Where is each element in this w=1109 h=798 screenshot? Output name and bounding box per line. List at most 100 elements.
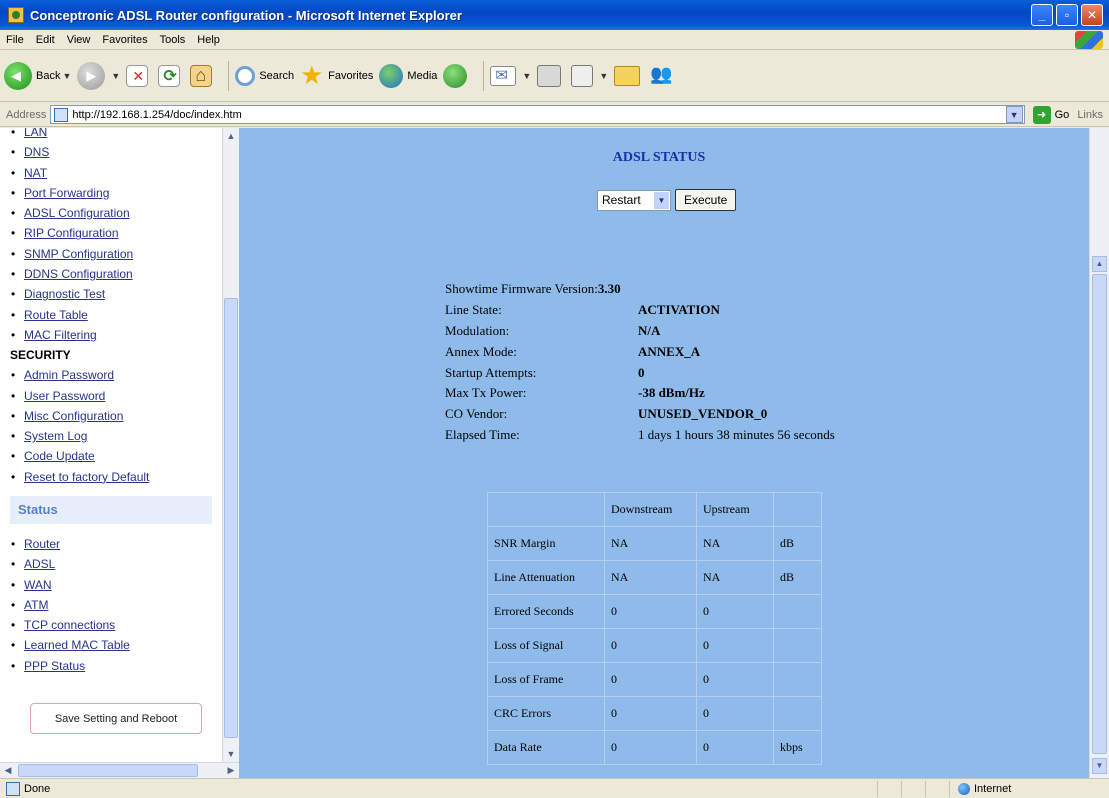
edit-button[interactable]: ▼ [571, 64, 608, 87]
refresh-button[interactable] [158, 64, 184, 87]
nav-link-reset-factory-default[interactable]: Reset to factory Default [24, 470, 149, 484]
messenger-button[interactable] [650, 64, 678, 88]
nav-item[interactable]: User Password [10, 386, 210, 407]
favorites-button[interactable]: Favorites [300, 60, 373, 91]
nav-link-diagnostic-test[interactable]: Diagnostic Test [24, 287, 105, 301]
menu-file[interactable]: File [0, 34, 30, 46]
nav-link-port-forwarding[interactable]: Port Forwarding [24, 186, 109, 200]
nav-link-wan[interactable]: WAN [24, 578, 52, 592]
folder-button[interactable] [614, 65, 644, 86]
nav-link-system-log[interactable]: System Log [24, 429, 87, 443]
nav-item[interactable]: Admin Password [10, 365, 210, 386]
table-row: CRC Errors 0 0 [487, 696, 822, 731]
nav-link-lan[interactable]: LAN [24, 128, 47, 139]
address-field[interactable]: ▼ [50, 105, 1025, 124]
nav-link-tcp-connections[interactable]: TCP connections [24, 618, 115, 632]
history-button[interactable] [443, 63, 471, 88]
nav-item[interactable]: RIP Configuration [10, 223, 210, 244]
nav-item[interactable]: Route Table [10, 305, 210, 326]
search-button[interactable]: Search [235, 65, 294, 86]
save-and-reboot-button[interactable]: Save Setting and Reboot [30, 703, 202, 734]
chevron-down-icon[interactable]: ▼ [599, 71, 608, 81]
media-button[interactable]: Media [379, 63, 437, 88]
menu-help[interactable]: Help [191, 34, 226, 46]
main-frame-vertical-scrollbar[interactable]: ▲ ▼ [1089, 128, 1109, 778]
nav-item[interactable]: SNMP Configuration [10, 244, 210, 265]
nav-item[interactable]: Misc Configuration [10, 406, 210, 427]
nav-link-ppp-status[interactable]: PPP Status [24, 659, 85, 673]
nav-item[interactable]: TCP connections [10, 615, 212, 636]
go-button[interactable]: ➜ Go [1032, 105, 1069, 124]
nav-item[interactable]: Router [10, 534, 212, 555]
mail-button[interactable]: ▼ [490, 65, 531, 86]
nav-link-route-table[interactable]: Route Table [24, 308, 88, 322]
nav-link-adsl[interactable]: ADSL [24, 557, 55, 571]
nav-item[interactable]: ADSL [10, 554, 212, 575]
scroll-down-arrow-icon[interactable]: ▼ [223, 746, 239, 762]
nav-link-admin-password[interactable]: Admin Password [24, 368, 114, 382]
scroll-up-arrow-icon[interactable]: ▲ [223, 128, 239, 144]
chevron-down-icon[interactable]: ▼ [1005, 106, 1023, 123]
close-button[interactable]: ✕ [1081, 4, 1103, 26]
nav-item[interactable]: LAN [10, 128, 210, 143]
nav-item[interactable]: DNS [10, 142, 210, 163]
back-button[interactable]: Back ▼ [4, 61, 71, 90]
chevron-down-icon[interactable]: ▼ [111, 71, 120, 81]
home-button[interactable] [190, 64, 216, 87]
nav-item[interactable]: Code Update [10, 446, 210, 467]
nav-item[interactable]: Learned MAC Table [10, 635, 212, 656]
menu-favorites[interactable]: Favorites [96, 34, 153, 46]
minimize-button[interactable]: _ [1031, 4, 1053, 26]
forward-button[interactable]: ▼ [77, 61, 120, 90]
scroll-left-arrow-icon[interactable]: ◀ [0, 763, 16, 778]
print-button[interactable] [537, 64, 565, 87]
scroll-thumb[interactable] [1092, 274, 1107, 754]
nav-item[interactable]: Reset to factory Default [10, 467, 210, 488]
nav-link-rip-configuration[interactable]: RIP Configuration [24, 226, 119, 240]
menu-edit[interactable]: Edit [30, 34, 61, 46]
url-input[interactable] [72, 108, 1006, 121]
nav-item[interactable]: ATM [10, 595, 212, 616]
nav-item[interactable]: WAN [10, 575, 212, 596]
left-frame-vertical-scrollbar[interactable]: ▲ ▼ [222, 128, 239, 762]
nav-link-mac-filtering[interactable]: MAC Filtering [24, 328, 97, 342]
scroll-right-arrow-icon[interactable]: ▶ [223, 763, 239, 778]
nav-link-adsl-configuration[interactable]: ADSL Configuration [24, 206, 130, 220]
nav-item[interactable]: System Log [10, 426, 210, 447]
stop-button[interactable] [126, 64, 152, 87]
nav-link-router[interactable]: Router [24, 537, 60, 551]
chevron-down-icon[interactable]: ▼ [654, 191, 669, 209]
nav-link-atm[interactable]: ATM [24, 598, 48, 612]
scroll-down-arrow-icon[interactable]: ▼ [1092, 758, 1107, 774]
nav-link-nat[interactable]: NAT [24, 166, 47, 180]
nav-link-ddns-configuration[interactable]: DDNS Configuration [24, 267, 133, 281]
links-label[interactable]: Links [1077, 109, 1103, 121]
nav-item[interactable]: NAT [10, 163, 210, 184]
nav-link-user-password[interactable]: User Password [24, 389, 105, 403]
execute-button[interactable]: Execute [675, 189, 737, 211]
action-select[interactable]: Restart ▼ [597, 189, 671, 211]
scroll-thumb[interactable] [18, 764, 198, 777]
scroll-thumb[interactable] [224, 298, 238, 738]
zone-label: Internet [974, 782, 1012, 795]
nav-item[interactable]: Diagnostic Test [10, 284, 210, 305]
nav-item[interactable]: PPP Status [10, 656, 212, 677]
nav-link-misc-configuration[interactable]: Misc Configuration [24, 409, 123, 423]
left-frame-horizontal-scrollbar[interactable]: ◀ ▶ [0, 762, 239, 778]
chevron-down-icon[interactable]: ▼ [522, 71, 531, 81]
info-label: Elapsed Time: [445, 426, 520, 442]
nav-link-learned-mac-table[interactable]: Learned MAC Table [24, 638, 130, 652]
info-row-max-tx-power: Max Tx Power: -38 dBm/Hz [445, 383, 835, 404]
chevron-down-icon[interactable]: ▼ [62, 71, 71, 81]
menu-view[interactable]: View [61, 34, 97, 46]
nav-link-code-update[interactable]: Code Update [24, 449, 95, 463]
scroll-up-arrow-icon[interactable]: ▲ [1092, 256, 1107, 272]
nav-link-dns[interactable]: DNS [24, 145, 49, 159]
nav-item[interactable]: ADSL Configuration [10, 203, 210, 224]
nav-item[interactable]: MAC Filtering [10, 325, 210, 346]
nav-link-snmp-configuration[interactable]: SNMP Configuration [24, 247, 133, 261]
maximize-button[interactable]: ▫ [1056, 4, 1078, 26]
menu-tools[interactable]: Tools [154, 34, 192, 46]
nav-item[interactable]: Port Forwarding [10, 183, 210, 204]
nav-item[interactable]: DDNS Configuration [10, 264, 210, 285]
